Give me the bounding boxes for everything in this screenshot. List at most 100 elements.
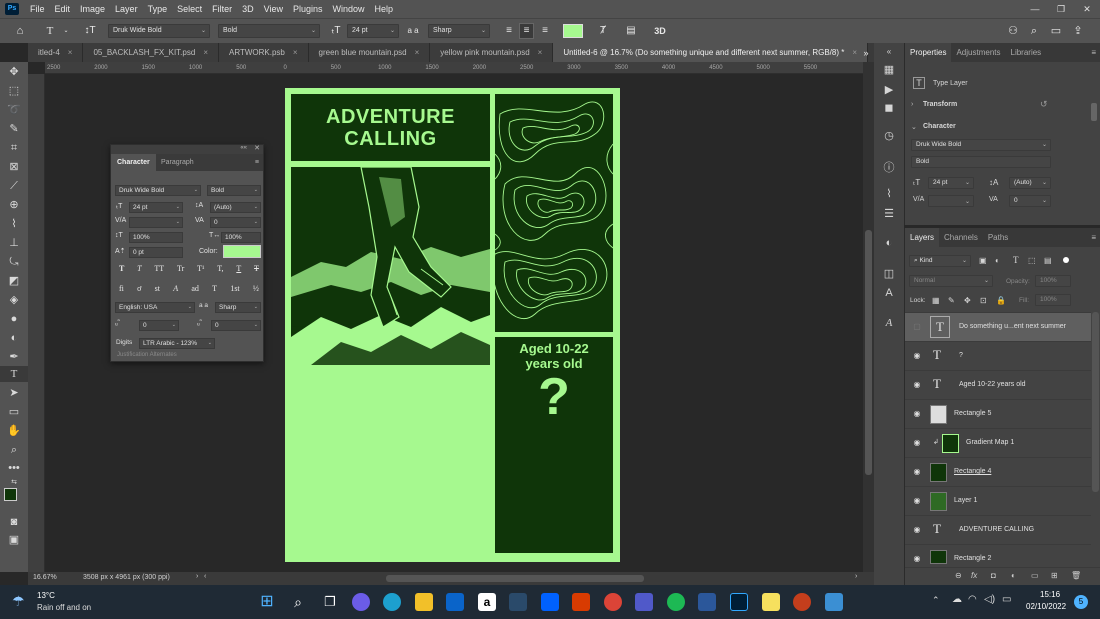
new-layer-icon[interactable]: ⊞ xyxy=(1051,571,1058,580)
status-menu-icon[interactable]: › xyxy=(196,573,198,580)
font-family-select[interactable]: Druk Wide Bold ⌄ xyxy=(108,24,210,38)
foreground-color-swatch[interactable] xyxy=(4,488,17,501)
filter-shape-icon[interactable]: ⬚ xyxy=(1028,256,1036,265)
eye-icon[interactable]: ◉ xyxy=(912,467,922,476)
font-style-select[interactable]: Bold ⌄ xyxy=(218,24,320,38)
layer-style-icon[interactable]: fx xyxy=(971,571,977,580)
clock-date[interactable]: 02/10/2022 xyxy=(1026,602,1066,611)
character-section[interactable]: Character xyxy=(923,123,956,130)
font-size-field[interactable]: 24 pt ⌄ xyxy=(347,24,399,38)
cp-color-swatch[interactable] xyxy=(223,245,261,258)
character-panel-titlebar[interactable]: «« ✕ xyxy=(111,145,263,154)
align-right-icon[interactable]: ≡ xyxy=(538,24,552,38)
spotify-icon[interactable] xyxy=(667,593,685,611)
layer-name[interactable]: Gradient Map 1 xyxy=(966,439,1014,446)
glyphs-icon[interactable]: A xyxy=(874,317,904,329)
eye-icon[interactable]: ◉ xyxy=(912,525,922,534)
tab-properties[interactable]: Properties xyxy=(905,43,952,62)
tab-doc-3[interactable]: ARTWORK.psb × xyxy=(218,43,309,62)
small-caps-button[interactable]: Tr xyxy=(177,264,184,273)
dropbox-icon[interactable] xyxy=(541,593,559,611)
align-center-icon[interactable]: ≡ xyxy=(519,23,534,39)
eye-icon[interactable]: ◉ xyxy=(912,351,922,360)
layer-row[interactable]: ◉ Rectangle 5 xyxy=(905,399,1091,428)
cp-left-value-field[interactable]: 0 ⌄ xyxy=(139,320,179,331)
superscript-button[interactable]: T¹ xyxy=(197,264,204,273)
properties-menu-icon[interactable]: ≡ xyxy=(1091,48,1096,57)
3d-button[interactable]: 3D xyxy=(650,24,670,38)
menu-image[interactable]: Image xyxy=(75,4,110,14)
office-icon[interactable] xyxy=(572,593,590,611)
menu-type[interactable]: Type xyxy=(143,4,173,14)
tab-doc-5[interactable]: yellow pink mountain.psd × xyxy=(430,43,554,62)
3d-panel-icon[interactable]: ◫ xyxy=(874,267,904,280)
close-tab-icon[interactable]: × xyxy=(852,48,857,57)
menu-file[interactable]: File xyxy=(25,4,50,14)
brush-settings-icon[interactable]: ⌇ xyxy=(874,187,904,200)
rectangle-tool-icon[interactable]: ▭ xyxy=(0,404,28,420)
type-tool-icon[interactable]: T xyxy=(0,366,28,382)
transform-section[interactable]: Transform xyxy=(923,101,957,108)
toggle-text-orientation-icon[interactable]: ↕T xyxy=(83,24,97,38)
tab-libraries[interactable]: Libraries xyxy=(1006,43,1047,62)
eraser-tool-icon[interactable]: ◩ xyxy=(0,273,28,289)
scroll-right-icon[interactable]: › xyxy=(855,573,857,580)
layers-menu-icon[interactable]: ≡ xyxy=(1091,233,1096,242)
layer-row[interactable]: ◉ Layer 1 xyxy=(905,486,1091,515)
menu-window[interactable]: Window xyxy=(328,4,370,14)
cp-antialias-select[interactable]: Sharp ⌄ xyxy=(215,302,261,313)
close-tab-icon[interactable]: × xyxy=(415,48,420,57)
prop-font-family-select[interactable]: Druk Wide Bold ⌄ xyxy=(911,139,1051,151)
filter-toggle-icon[interactable] xyxy=(1063,257,1069,263)
tab-paragraph[interactable]: Paragraph xyxy=(161,154,194,171)
warp-text-icon[interactable]: Ⱦ xyxy=(596,24,610,38)
clone-stamp-tool-icon[interactable]: ⊥ xyxy=(0,235,28,251)
cp-font-family-select[interactable]: Druk Wide Bold ⌄ xyxy=(115,185,201,196)
character-chevron-icon[interactable]: ⌄ xyxy=(911,123,917,131)
cloud-icon[interactable]: ☁ xyxy=(952,594,962,605)
strip-collapse-icon[interactable]: « xyxy=(874,47,904,56)
prop-leading-field[interactable]: (Auto) ⌄ xyxy=(1009,177,1051,189)
faux-italic-button[interactable]: T xyxy=(137,264,141,273)
menu-help[interactable]: Help xyxy=(370,4,399,14)
text-color-swatch[interactable] xyxy=(563,24,583,38)
tabs-overflow-icon[interactable]: » xyxy=(860,46,872,60)
tab-doc-2[interactable]: 05_BACKLASH_FX_KIT.psd × xyxy=(83,43,219,62)
frame-tool-icon[interactable]: ⊠ xyxy=(0,159,28,175)
history-icon[interactable]: ◷ xyxy=(874,129,904,142)
paint-bucket-tool-icon[interactable]: ◈ xyxy=(0,292,28,308)
layer-row[interactable]: ◉ Rectangle 4 xyxy=(905,457,1091,486)
photoshop-taskbar-icon[interactable] xyxy=(730,593,748,611)
mail-icon[interactable] xyxy=(446,593,464,611)
cp-digits-select[interactable]: LTR Arabic - 123% ⌄ xyxy=(139,338,215,349)
menu-view[interactable]: View xyxy=(259,4,288,14)
volume-icon[interactable]: ◁) xyxy=(984,594,995,605)
antialias-select[interactable]: Sharp ⌄ xyxy=(428,24,490,38)
word-icon[interactable] xyxy=(698,593,716,611)
marquee-tool-icon[interactable]: ⬚ xyxy=(0,83,28,99)
menu-select[interactable]: Select xyxy=(172,4,207,14)
layer-name[interactable]: ? xyxy=(959,352,963,359)
teams-chat-icon[interactable] xyxy=(352,593,370,611)
lock-pixels-icon[interactable]: ✎ xyxy=(948,296,955,305)
strikethrough-button[interactable]: T xyxy=(254,264,259,273)
share-icon[interactable]: ⚇ xyxy=(1006,24,1020,38)
eye-icon[interactable]: ◉ xyxy=(912,554,922,563)
layers-scroll-thumb[interactable] xyxy=(1092,312,1099,492)
teams-icon[interactable] xyxy=(635,593,653,611)
search-icon[interactable]: ⌕ xyxy=(1027,24,1041,38)
hand-tool-icon[interactable]: ✋ xyxy=(0,423,28,439)
tab-character[interactable]: Character xyxy=(111,154,156,171)
lock-position-icon[interactable]: ✥ xyxy=(964,296,971,305)
menu-edit[interactable]: Edit xyxy=(50,4,76,14)
powerpoint-icon[interactable] xyxy=(793,593,811,611)
cp-tracking-field[interactable]: 0 ⌄ xyxy=(210,217,261,228)
collapse-panel-icon[interactable]: «« xyxy=(240,145,247,151)
contextual-alternates-button[interactable]: st xyxy=(155,284,160,293)
weather-icon[interactable]: ☂ xyxy=(12,593,25,610)
layer-row[interactable]: ◉ T Aged 10-22 years old xyxy=(905,370,1091,399)
ligature-button[interactable]: fi xyxy=(119,284,124,293)
eye-icon[interactable]: ◉ xyxy=(912,409,922,418)
character-panel-toggle-icon[interactable]: ▤ xyxy=(624,24,638,38)
sticky-notes-icon[interactable] xyxy=(762,593,780,611)
